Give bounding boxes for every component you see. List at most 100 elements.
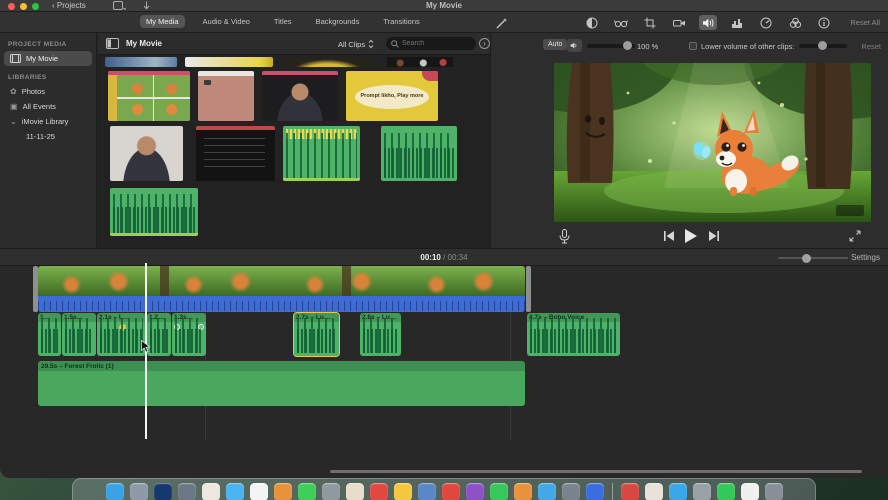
play-button[interactable] [684,229,697,243]
dock-app-icon[interactable] [153,483,172,500]
timeline-scrollbar[interactable] [330,470,862,473]
crop-icon[interactable] [641,15,659,30]
volume-slider[interactable] [587,41,635,50]
dock-app-icon[interactable] [692,483,711,500]
tab-my-media[interactable]: My Media [140,15,185,28]
dock-app-icon[interactable] [369,483,388,500]
dock-app-icon[interactable] [620,483,639,500]
timeline-video-clip[interactable] [38,266,525,312]
timeline-settings-button[interactable]: Settings [851,253,880,262]
dock-app-icon[interactable] [716,483,735,500]
timeline-audio-clip[interactable]: 1… [38,313,61,356]
media-thumbnail-promo-card[interactable]: Prompt likho, Play more [346,71,438,121]
dock-app-icon[interactable] [561,483,580,500]
toolbar: My Media Audio & Video Titles Background… [0,12,888,33]
sidebar-item-label: Photos [21,87,46,96]
dock-app-icon[interactable] [417,483,436,500]
browser-forward-icon[interactable]: › [479,38,490,49]
timeline-audio-clip-selected[interactable]: 2.7s – Lu… [293,312,340,357]
color-correction-icon[interactable] [612,15,630,30]
media-thumbnail[interactable] [105,57,177,67]
media-thumbnail-audio[interactable] [110,188,198,236]
noise-reduction-icon[interactable] [728,15,746,30]
auto-volume-button[interactable]: Auto [543,39,568,50]
sidebar-item-photos[interactable]: ✿ Photos [4,84,92,99]
viewer-panel: Auto 100 % Lower volume of other clips: … [490,33,888,248]
media-thumbnail-presenter[interactable] [262,71,338,121]
skip-forward-button[interactable] [708,231,720,241]
sidebar-toggle-icon[interactable] [106,38,119,49]
dock-app-icon[interactable] [129,483,148,500]
search-input[interactable] [386,37,476,50]
dock-app-icon[interactable] [297,483,316,500]
media-thumbnail-audio[interactable] [283,126,360,181]
timeline-music-clip[interactable]: 29.5s – Forest Frolic (1) [38,361,525,406]
clip-filter-dropdown[interactable]: All Clips [338,39,374,49]
dock-app-icon[interactable] [105,483,124,500]
timeline-zoom-slider[interactable] [778,253,848,263]
stabilization-icon[interactable] [670,15,688,30]
dock-app-icon[interactable] [644,483,663,500]
lower-volume-slider[interactable] [799,41,847,50]
lower-volume-checkbox[interactable] [689,42,697,50]
dock-app-icon[interactable] [585,483,604,500]
dock-app-icon[interactable] [764,483,783,500]
reset-button[interactable]: Reset [861,42,881,51]
dock-app-icon[interactable] [513,483,532,500]
mute-button[interactable] [567,39,582,52]
tab-titles[interactable]: Titles [268,15,298,28]
timeline-audio-clip[interactable]: 4.7s – Bobo Voice [527,313,620,356]
timeline-audio-clip[interactable]: 2.1s – L… ♪ [97,313,146,356]
speed-icon[interactable] [757,15,775,30]
clip-info-icon[interactable] [815,15,833,30]
dock-app-icon[interactable] [225,483,244,500]
dock-app-icon[interactable] [177,483,196,500]
dock-app-icon[interactable] [345,483,364,500]
reset-all-button[interactable]: Reset All [850,18,880,27]
media-thumbnail-screen-recording[interactable] [196,126,275,181]
sidebar-item-event-date[interactable]: 11-11-25 [4,129,92,144]
timeline-audio-clip[interactable]: 1.3s… [172,313,206,356]
timeline-audio-clip[interactable]: 1.5s… [62,313,96,356]
sidebar-item-my-movie[interactable]: My Movie [4,51,92,66]
volume-slider-knob[interactable] [623,41,632,50]
timeline-zoom-knob[interactable] [802,253,811,263]
media-thumbnail[interactable] [285,57,370,67]
color-balance-icon[interactable] [583,15,601,30]
tab-backgrounds[interactable]: Backgrounds [310,15,366,28]
fullscreen-icon[interactable] [849,230,861,242]
tab-transitions[interactable]: Transitions [377,15,425,28]
dock-app-icon[interactable] [321,483,340,500]
clip-filter-icon[interactable] [786,15,804,30]
browser-header: My Movie All Clips › [98,33,490,55]
sidebar-item-all-events[interactable]: ▣ All Events [4,99,92,114]
dock-app-icon[interactable] [668,483,687,500]
media-thumbnail-webcam[interactable] [110,126,183,181]
lower-volume-slider-knob[interactable] [818,41,827,50]
media-thumbnail[interactable] [387,57,453,67]
sidebar-item-imovie-library[interactable]: ⌄ iMovie Library [4,114,92,129]
media-thumbnail[interactable] [185,57,273,67]
disclosure-chevron-icon[interactable]: ⌄ [10,117,17,126]
timeline-audio-clip[interactable]: 2.6s – Lu… [360,313,401,356]
dock-app-icon[interactable] [537,483,556,500]
clip-trim-handle-right[interactable] [526,266,531,312]
tab-audio-video[interactable]: Audio & Video [197,15,256,28]
media-thumbnail-fox-grid[interactable] [108,71,190,121]
dock-app-icon[interactable] [393,483,412,500]
photos-pinwheel-icon: ✿ [10,86,17,96]
dock-app-icon[interactable] [273,483,292,500]
media-thumbnail-pink-card[interactable] [198,71,254,121]
dock-app-icon[interactable] [465,483,484,500]
volume-controls: Auto 100 % Lower volume of other clips: … [491,35,888,57]
media-thumbnail-audio[interactable] [381,126,457,181]
dock-app-icon[interactable] [441,483,460,500]
dock-app-icon[interactable] [201,483,220,500]
dock-app-icon[interactable] [249,483,268,500]
volume-adjust-icon[interactable] [699,15,717,30]
enhance-wand-icon[interactable] [496,17,508,29]
voiceover-mic-icon[interactable] [559,229,570,244]
dock-app-icon[interactable] [740,483,759,500]
dock-app-icon[interactable] [489,483,508,500]
skip-back-button[interactable] [663,231,675,241]
